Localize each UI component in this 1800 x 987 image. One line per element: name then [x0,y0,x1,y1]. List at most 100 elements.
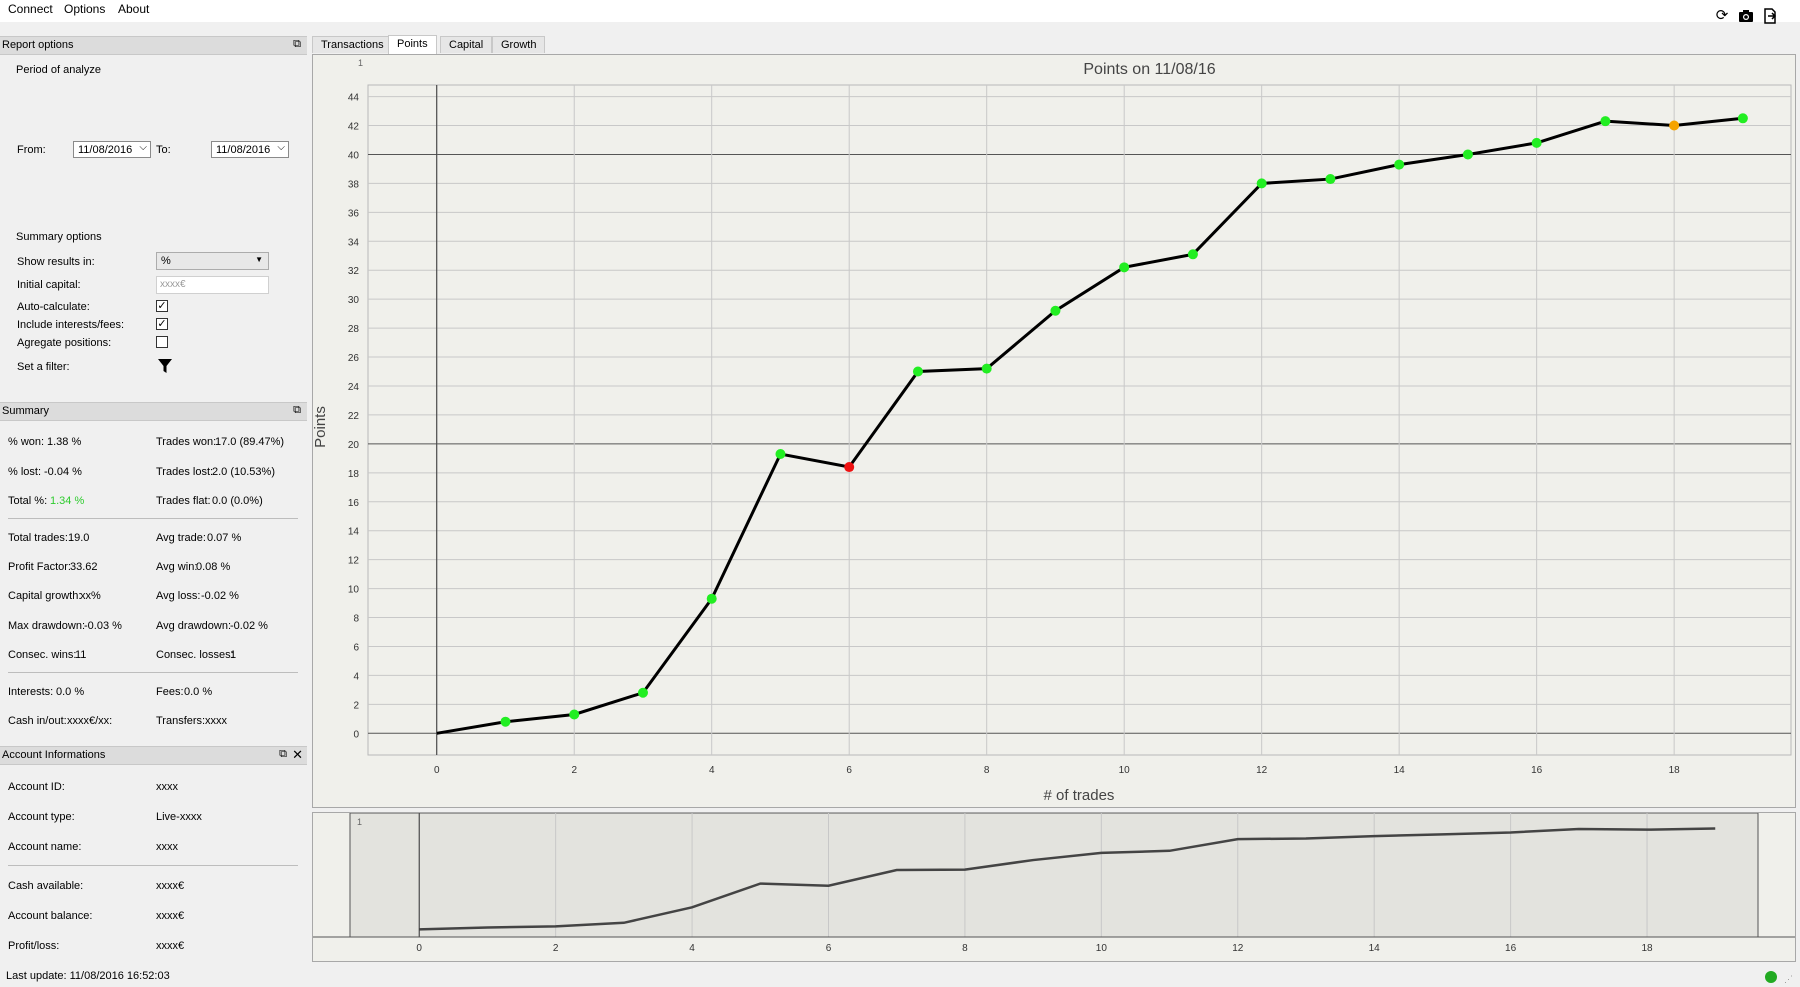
max-drawdown-value: -0.03 % [84,620,122,632]
avg-trade-label: Avg trade: [156,532,206,544]
y-tick-label: 38 [348,179,360,190]
from-date-value: 11/08/2016 [78,144,133,156]
export-icon[interactable] [1762,8,1778,24]
y-tick-label: 24 [348,382,360,393]
capital-growth-label: Capital growth: [8,590,82,602]
x-tick-label: 2 [571,765,577,776]
account-balance-value: xxxx€ [156,910,185,922]
y-tick-label: 14 [348,527,360,538]
account-title: Account Informations [2,749,106,761]
tab-capital[interactable]: Capital [440,36,493,53]
tab-transactions[interactable]: Transactions [312,36,393,53]
account-name-label: Account name: [8,841,82,853]
x-axis-label: # of trades [1044,787,1115,804]
navigator-tick-label: 4 [689,943,695,954]
navigator-tick-label: 14 [1369,943,1381,954]
include-fees-label: Include interests/fees: [17,319,125,331]
y-tick-label: 36 [348,208,360,219]
show-results-select[interactable]: % ▼ [156,252,269,270]
account-header: Account Informations ⧉ ✕ [0,746,307,765]
from-label: From: [17,144,46,156]
tab-growth[interactable]: Growth [492,36,546,53]
include-fees-checkbox[interactable]: ✓ [156,318,168,330]
navigator-chart[interactable]: 0 2 4 6 8 10 12 14 16 18 1 [313,812,1795,961]
divider [8,518,298,519]
cash-io-value: xxxx€/xx: [67,715,113,727]
trades-flat-label: Trades flat: [156,495,211,507]
summary-options-label: Summary options [16,231,102,243]
close-icon[interactable]: ✕ [292,747,303,763]
consec-losses-label: Consec. losses: [156,649,234,661]
filter-icon[interactable] [158,358,172,377]
float-icon[interactable]: ⧉ [293,404,301,417]
avg-loss-label: Avg loss: [156,590,201,602]
pct-won-value: 1.38 % [47,436,82,448]
points-chart[interactable]: 0246810121416182022242628303234363840424… [312,55,1795,807]
trades-flat-value: 0.0 (0.0%) [212,495,263,507]
filter-label: Set a filter: [17,361,70,373]
report-options-header: Report options ⧉ [0,36,307,55]
x-tick-label: 10 [1119,765,1131,776]
auto-calc-checkbox[interactable]: ✓ [156,300,168,312]
data-point-win [1600,116,1611,127]
y-tick-label: 22 [348,411,360,422]
total-pct-value: 1.34 % [50,495,85,507]
x-tick-label: 4 [709,765,715,776]
data-point-win [1737,113,1748,124]
trades-lost-label: Trades lost: [156,466,214,478]
refresh-icon[interactable]: ⟳ [1714,8,1730,24]
y-tick-label: 16 [348,498,360,509]
dropdown-arrow-icon: ▼ [255,255,263,264]
menu-about[interactable]: About [118,2,149,16]
initial-capital-label: Initial capital: [17,279,81,291]
interests-label: Interests: [8,686,54,698]
y-tick-label: 44 [348,93,360,104]
data-point-win [1462,149,1473,160]
period-label: Period of analyze [16,64,101,76]
trades-lost-value: 2.0 (10.53%) [212,466,275,478]
profit-factor-label: Profit Factor: [8,561,71,573]
data-point-win [1187,249,1198,260]
float-icon[interactable]: ⧉ [279,748,287,761]
x-tick-label: 0 [434,765,440,776]
navigator-tick-label: 0 [416,943,422,954]
summary-title: Summary [2,405,50,417]
data-point-win [1050,305,1061,316]
menu-options[interactable]: Options [64,2,105,16]
data-point-win [500,716,511,727]
data-point-win [1119,262,1130,273]
account-name-value: xxxx [156,841,178,853]
y-tick-label: 42 [348,122,360,133]
avg-win-value: 0.08 % [196,561,231,573]
aggregate-checkbox[interactable] [156,336,168,348]
camera-icon[interactable] [1738,8,1754,24]
float-icon[interactable]: ⧉ [293,38,301,51]
avg-drawdown-label: Avg drawdown: [156,620,232,632]
initial-capital-input[interactable]: xxxx€ [156,276,269,294]
avg-loss-value: -0.02 % [201,590,239,602]
tab-points[interactable]: Points [388,35,437,54]
y-tick-label: 30 [348,295,360,306]
navigator-tick-label: 2 [553,943,559,954]
trades-won-value: 17.0 (89.47%) [215,436,285,448]
data-point-win [637,687,648,698]
transfers-label: Transfers: [156,715,206,727]
y-tick-label: 26 [348,353,360,364]
resize-grip-icon[interactable]: ⋰ [1784,974,1793,985]
navigator-tick-label: 6 [826,943,832,954]
status-bar: Last update: 11/08/2016 16:52:03 ⋰ [0,966,1800,987]
y-tick-label: 6 [353,642,359,653]
y-tick-label: 20 [348,440,360,451]
auto-calc-label: Auto-calculate: [17,301,90,313]
report-options-title: Report options [2,39,74,51]
to-label: To: [156,144,171,156]
chart-title: Points on 11/08/16 [1083,61,1215,78]
to-date-picker[interactable]: 11/08/2016 ⌵ [211,141,289,158]
x-tick-label: 12 [1256,765,1268,776]
from-date-picker[interactable]: 11/08/2016 ⌵ [73,141,151,158]
y-tick-label: 34 [348,237,360,248]
x-tick-label: 18 [1669,765,1681,776]
data-point-win [775,449,786,460]
menu-connect[interactable]: Connect [8,2,53,16]
avg-win-label: Avg win: [156,561,198,573]
